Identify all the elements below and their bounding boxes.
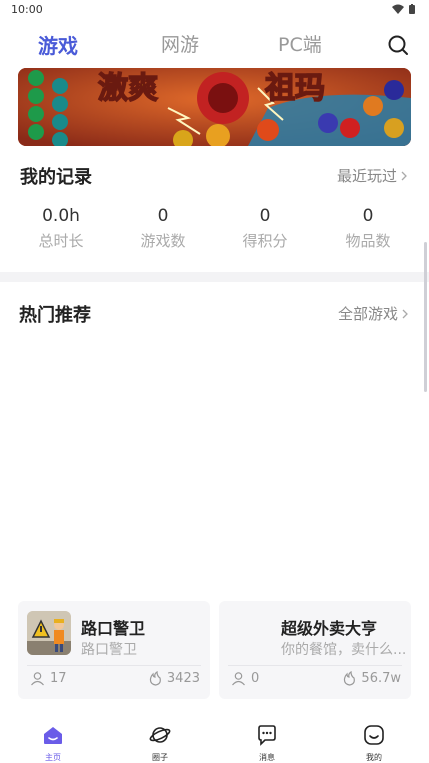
planet-icon bbox=[149, 727, 171, 743]
player-count: 0 bbox=[231, 671, 259, 686]
nav-label: 主页 bbox=[45, 753, 61, 762]
game-desc: 路口警卫 bbox=[81, 642, 137, 658]
banner-title-right: 祖玛 bbox=[265, 71, 325, 106]
scrollbar[interactable] bbox=[424, 242, 427, 392]
status-bar: 10:00 bbox=[0, 0, 429, 20]
nav-label: 我的 bbox=[366, 753, 382, 762]
player-count-value: 0 bbox=[251, 671, 260, 686]
records-stats: 0.0h 总时长 0 游戏数 0 得积分 0 物品数 bbox=[0, 206, 429, 266]
tab-games[interactable]: 游戏 bbox=[38, 30, 78, 59]
stat-value: 0.0h bbox=[42, 206, 80, 226]
stat-label: 得积分 bbox=[242, 232, 288, 250]
stat-label: 游戏数 bbox=[140, 232, 186, 250]
game-name: 超级外卖大亨 bbox=[281, 619, 378, 638]
nav-home[interactable]: 主页 bbox=[23, 724, 83, 763]
recent-played-link[interactable]: 最近玩过 bbox=[337, 165, 407, 186]
status-time: 10:00 bbox=[11, 3, 43, 16]
user-icon bbox=[232, 672, 245, 686]
chevron-right-icon bbox=[402, 309, 408, 318]
nav-messages[interactable]: 消息 bbox=[237, 724, 297, 763]
user-icon bbox=[31, 672, 44, 686]
smile-icon bbox=[364, 725, 384, 745]
nav-label: 圈子 bbox=[152, 753, 168, 762]
stat-value: 0 bbox=[259, 206, 271, 226]
tab-pc[interactable]: PC端 bbox=[278, 30, 322, 57]
banner-title-left: 激爽 bbox=[98, 71, 158, 106]
card-divider bbox=[228, 665, 402, 666]
stat-total-time[interactable]: 0.0h 总时长 bbox=[11, 206, 111, 251]
banner-artwork: 激爽 祖玛 bbox=[18, 68, 411, 146]
stat-game-count[interactable]: 0 游戏数 bbox=[113, 206, 213, 251]
recent-played-label: 最近玩过 bbox=[336, 167, 397, 185]
stat-items[interactable]: 0 物品数 bbox=[318, 206, 418, 251]
all-games-link[interactable]: 全部游戏 bbox=[338, 303, 408, 324]
chevron-right-icon bbox=[401, 171, 407, 180]
stat-points[interactable]: 0 得积分 bbox=[215, 206, 315, 251]
heat-value: 3423 bbox=[166, 671, 200, 686]
heat-count: 3423 bbox=[149, 671, 200, 686]
game-card[interactable]: 路口警卫 路口警卫 17 3423 bbox=[18, 601, 210, 699]
player-count-value: 17 bbox=[50, 671, 67, 686]
records-title: 我的记录 bbox=[20, 167, 92, 188]
search-icon[interactable] bbox=[387, 34, 409, 56]
game-desc: 你的餐馆，卖什么... bbox=[281, 642, 405, 658]
home-icon bbox=[44, 727, 62, 744]
stat-label: 总时长 bbox=[38, 232, 84, 250]
heat-value: 56.7w bbox=[361, 671, 401, 686]
stat-value: 0 bbox=[157, 206, 169, 226]
hot-title: 热门推荐 bbox=[19, 305, 91, 326]
nav-circle[interactable]: 圈子 bbox=[130, 724, 190, 763]
game-card[interactable]: 超级外卖大亨 你的餐馆，卖什么... 0 56.7w bbox=[219, 601, 411, 699]
wifi-icon bbox=[392, 4, 404, 14]
system-icons bbox=[392, 4, 415, 14]
game-thumbnail bbox=[27, 611, 71, 655]
all-games-label: 全部游戏 bbox=[337, 305, 398, 323]
battery-icon bbox=[409, 4, 415, 14]
game-name: 路口警卫 bbox=[81, 619, 146, 638]
promo-banner[interactable]: 激爽 祖玛 bbox=[18, 68, 411, 146]
flame-icon bbox=[344, 671, 356, 686]
card-divider bbox=[27, 665, 201, 666]
bottom-nav: 主页 圈子 消息 我的 bbox=[0, 712, 429, 763]
stat-value: 0 bbox=[362, 206, 374, 226]
tab-online-games[interactable]: 网游 bbox=[161, 30, 199, 57]
nav-mine[interactable]: 我的 bbox=[344, 724, 404, 763]
player-count: 17 bbox=[30, 671, 67, 686]
stat-label: 物品数 bbox=[345, 232, 391, 250]
top-tabs: 游戏 网游 PC端 bbox=[0, 26, 429, 62]
section-divider bbox=[0, 272, 429, 282]
chat-icon bbox=[258, 725, 276, 746]
heat-count: 56.7w bbox=[343, 671, 401, 686]
flame-icon bbox=[149, 671, 161, 686]
nav-label: 消息 bbox=[259, 753, 275, 762]
